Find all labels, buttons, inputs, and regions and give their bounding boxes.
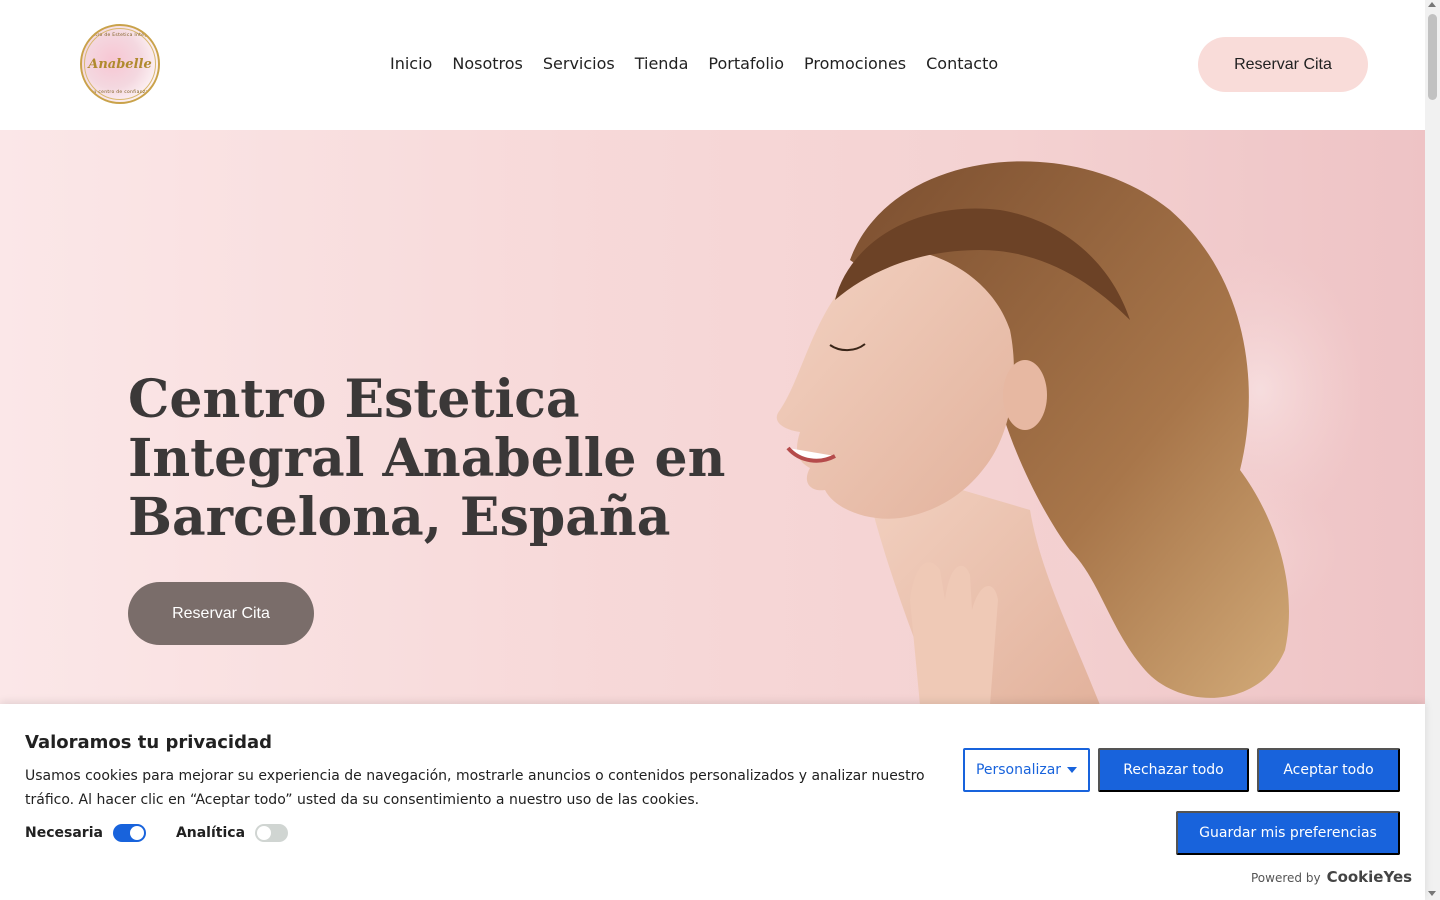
logo-bottom-text: tu centro de confianza — [91, 90, 149, 95]
main-nav: Inicio Nosotros Servicios Tienda Portafo… — [390, 54, 998, 73]
hero-woman-image — [776, 161, 1360, 705]
hero-book-appointment-button[interactable]: Reservar Cita — [128, 582, 314, 645]
toggle-label-analitica: Analítica — [175, 825, 246, 841]
toggle-analitica-switch[interactable] — [255, 824, 289, 842]
accept-all-button[interactable]: Aceptar todo — [1257, 748, 1400, 792]
toggle-necesaria-switch[interactable] — [112, 824, 146, 842]
cookie-category-toggles: Necesaria Analítica — [25, 824, 318, 842]
toggle-knob — [129, 826, 144, 840]
nav-link-promociones[interactable]: Promociones — [804, 54, 906, 73]
cookie-title: Valoramos tu privacidad — [25, 732, 273, 753]
scroll-thumb[interactable] — [1428, 14, 1437, 100]
nav-link-servicios[interactable]: Servicios — [543, 54, 615, 73]
logo-wordmark: Anabelle — [88, 56, 152, 72]
nav-link-contacto[interactable]: Contacto — [926, 54, 998, 73]
cookieyes-logo[interactable]: CookieYes — [1327, 868, 1413, 886]
toggle-knob — [257, 826, 272, 840]
hero-section: Centro Estetica Integral Anabelle en Bar… — [0, 130, 1425, 705]
hero-title: Centro Estetica Integral Anabelle en Bar… — [128, 370, 728, 547]
logo-top-text: Centro de Estetica Integral — [85, 33, 155, 38]
scroll-up-arrow-icon[interactable] — [1428, 2, 1436, 7]
cookie-description: Usamos cookies para mejorar su experienc… — [25, 768, 925, 808]
powered-by-label: Powered by — [1251, 871, 1321, 885]
nav-link-nosotros[interactable]: Nosotros — [452, 54, 523, 73]
scroll-down-arrow-icon[interactable] — [1428, 891, 1436, 896]
page-scrollbar[interactable] — [1425, 0, 1440, 900]
cookie-consent-banner: Valoramos tu privacidad Usamos cookies p… — [0, 704, 1425, 900]
brand-logo[interactable]: Centro de Estetica Integral Anabelle tu … — [80, 24, 160, 104]
header-book-appointment-button[interactable]: Reservar Cita — [1198, 37, 1368, 92]
customize-label: Personalizar — [975, 762, 1062, 778]
hero-title-bold: Centro Estetica Integral Anabelle — [128, 369, 637, 489]
caret-down-icon — [1067, 767, 1078, 773]
nav-link-inicio[interactable]: Inicio — [390, 54, 432, 73]
nav-link-tienda[interactable]: Tienda — [635, 54, 689, 73]
toggle-label-necesaria: Necesaria — [25, 825, 103, 841]
customize-button[interactable]: Personalizar — [963, 748, 1090, 792]
powered-by: Powered by CookieYes — [1251, 868, 1412, 886]
reject-all-button[interactable]: Rechazar todo — [1098, 748, 1249, 792]
save-preferences-button[interactable]: Guardar mis preferencias — [1176, 811, 1400, 855]
nav-link-portafolio[interactable]: Portafolio — [708, 54, 784, 73]
site-header: Centro de Estetica Integral Anabelle tu … — [0, 0, 1425, 130]
